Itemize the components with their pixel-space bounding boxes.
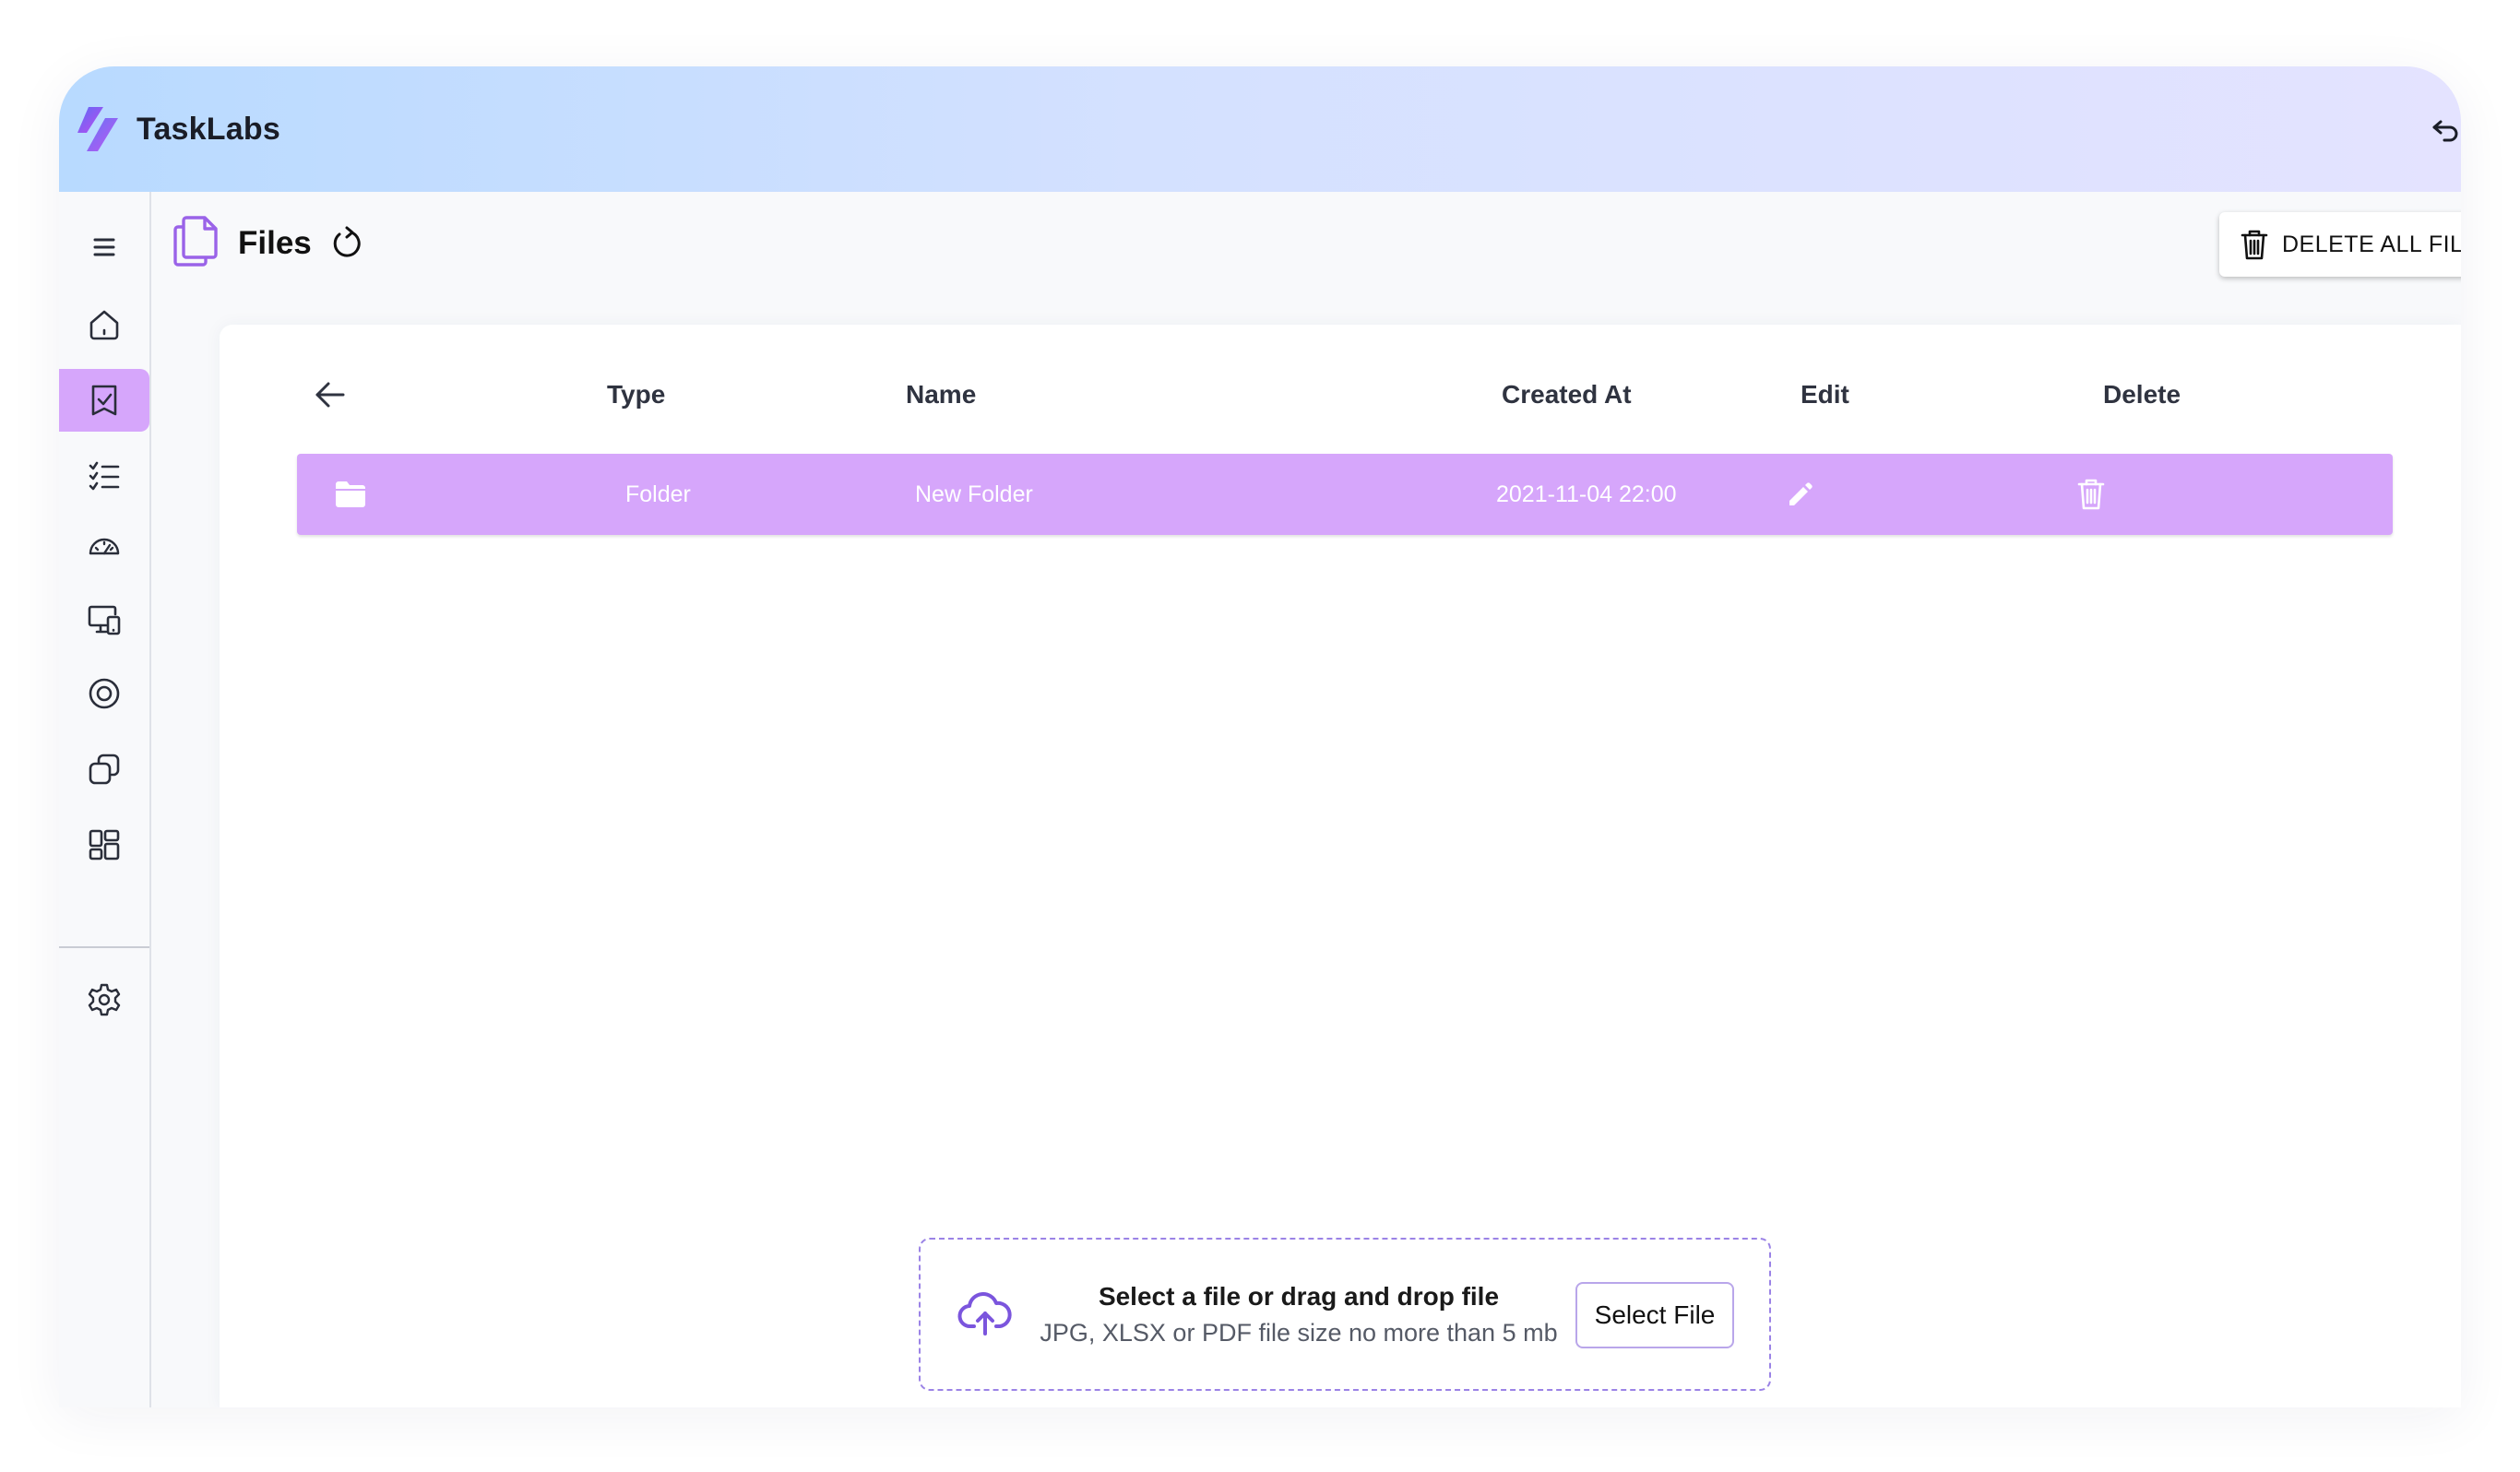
trash-icon xyxy=(2241,230,2268,260)
refresh-icon[interactable] xyxy=(328,225,365,262)
app-name: TaskLabs xyxy=(137,111,280,147)
sidebar-item-collections[interactable] xyxy=(59,738,149,801)
brand[interactable]: TaskLabs xyxy=(76,105,280,153)
cloud-upload-icon xyxy=(957,1292,1012,1335)
settings-icon xyxy=(88,983,121,1016)
sidebar-divider xyxy=(59,946,149,948)
sidebar-item-target[interactable] xyxy=(59,662,149,725)
page-title: Files xyxy=(238,224,312,261)
files-icon xyxy=(172,214,220,272)
tasklabs-logo-icon xyxy=(77,107,118,151)
sidebar-item-checklist[interactable] xyxy=(59,445,149,507)
delete-all-files-label: DELETE ALL FILES xyxy=(2282,231,2461,257)
sidebar-item-layouts[interactable] xyxy=(59,813,149,876)
dashboard-gauge-icon xyxy=(89,538,120,555)
dropzone-text: Select a file or drag and drop file JPG,… xyxy=(1031,1240,1566,1393)
top-bar: TaskLabs xyxy=(59,66,2461,192)
column-header-edit: Edit xyxy=(1801,380,1849,409)
menu-toggle-button[interactable] xyxy=(59,216,149,279)
dropzone-subtitle: JPG, XLSX or PDF file size no more than … xyxy=(1040,1319,1558,1347)
delete-all-files-button[interactable]: DELETE ALL FILES xyxy=(2219,212,2461,277)
sidebar-item-settings[interactable] xyxy=(59,968,149,1031)
back-arrow-icon[interactable] xyxy=(312,376,349,413)
home-icon xyxy=(89,310,119,340)
devices-icon xyxy=(88,605,121,635)
delete-trash-icon[interactable] xyxy=(2077,478,2105,511)
sidebar-item-tasks[interactable] xyxy=(59,369,149,432)
app-window: TaskLabs Files DELETE ALL FIL Type Name … xyxy=(59,66,2461,1407)
sidebar-item-devices[interactable] xyxy=(59,588,149,651)
sidebar-item-dashboard[interactable] xyxy=(59,516,149,579)
folder-icon xyxy=(336,481,365,507)
files-card: Type Name Created At Edit Delete Folder … xyxy=(220,325,2461,1407)
column-header-delete: Delete xyxy=(2103,380,2181,409)
layout-grid-icon xyxy=(89,829,120,861)
logout-icon[interactable] xyxy=(2430,114,2461,146)
checklist-icon xyxy=(89,461,120,491)
edit-pencil-icon[interactable] xyxy=(1786,481,1813,509)
page-header: Files xyxy=(172,214,365,272)
row-name: New Folder xyxy=(915,481,1033,507)
row-created-at: 2021-11-04 22:00 xyxy=(1496,481,1677,507)
copy-shapes-icon xyxy=(89,754,120,785)
column-header-name[interactable]: Name xyxy=(906,380,976,410)
tasks-icon xyxy=(91,385,117,416)
sidebar xyxy=(59,192,151,1407)
row-type: Folder xyxy=(625,481,691,507)
sidebar-item-home[interactable] xyxy=(59,293,149,356)
table-row[interactable]: Folder New Folder 2021-11-04 22:00 xyxy=(297,454,2393,535)
dropzone-title: Select a file or drag and drop file xyxy=(1098,1282,1500,1311)
column-header-created-at[interactable]: Created At xyxy=(1502,380,1632,410)
menu-icon xyxy=(93,238,115,256)
file-dropzone[interactable]: Select a file or drag and drop file JPG,… xyxy=(919,1238,1771,1391)
column-header-type[interactable]: Type xyxy=(607,380,665,410)
target-icon xyxy=(89,678,120,709)
select-file-button[interactable]: Select File xyxy=(1575,1282,1734,1348)
